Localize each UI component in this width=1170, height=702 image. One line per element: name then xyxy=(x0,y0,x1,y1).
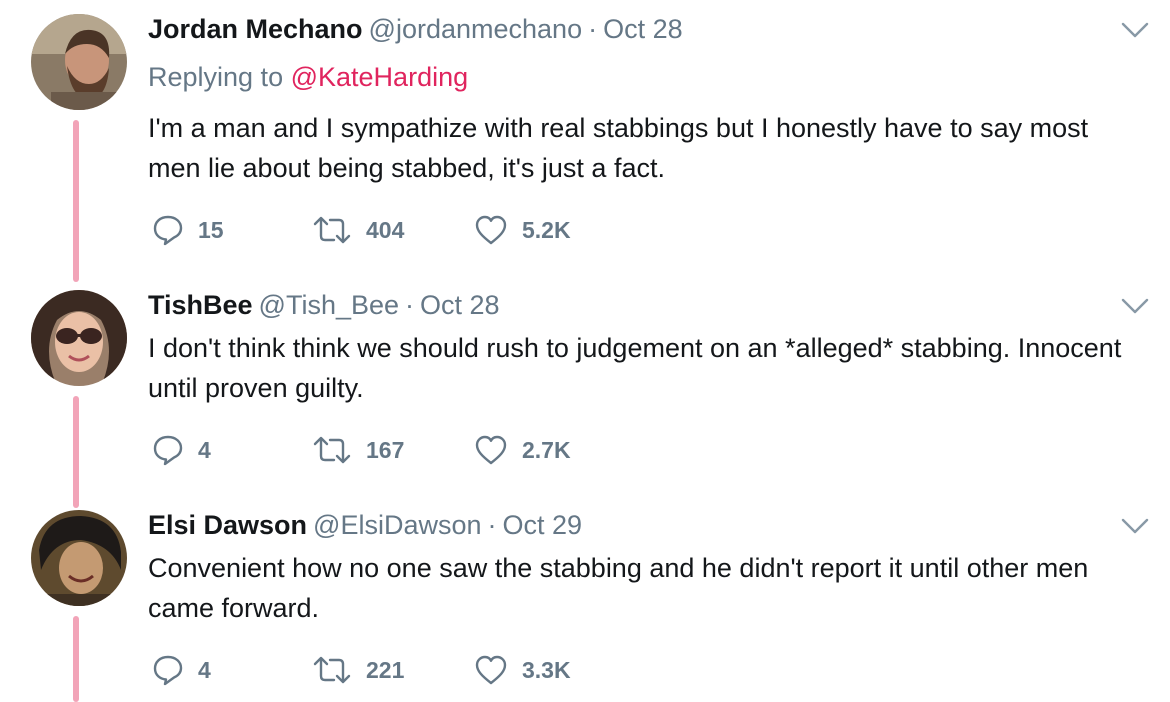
replying-to: Replying to @KateHarding xyxy=(148,62,468,93)
like-count: 5.2K xyxy=(522,216,571,243)
retweet-button[interactable]: 221 xyxy=(312,652,404,688)
thread-line xyxy=(73,120,79,282)
separator: · xyxy=(588,14,598,44)
tweet-elsi-dawson[interactable]: Elsi Dawson @ElsiDawson · Oct 29 Convenient… xyxy=(0,508,1170,702)
like-button[interactable]: 2.7K xyxy=(474,432,571,468)
tweet-actions: 4 221 3.3K xyxy=(148,652,748,688)
reply-button[interactable]: 4 xyxy=(152,652,211,688)
chevron-down-icon[interactable] xyxy=(1120,294,1150,318)
separator: · xyxy=(405,290,415,320)
tweet-header: TishBee @Tish_Bee · Oct 28 xyxy=(148,288,500,322)
thread-line xyxy=(73,396,79,508)
avatar[interactable] xyxy=(31,290,127,386)
reply-icon xyxy=(153,435,183,466)
tweet-jordan-mechano[interactable]: Jordan Mechano @jordanmechano · Oct 28 Repl… xyxy=(0,12,1170,282)
chevron-down-icon[interactable] xyxy=(1120,514,1150,538)
retweet-count: 221 xyxy=(366,656,405,683)
like-count: 3.3K xyxy=(522,656,571,683)
reply-count: 15 xyxy=(198,216,224,243)
heart-icon xyxy=(475,655,507,685)
reply-count: 4 xyxy=(198,656,211,683)
tweet-date[interactable]: Oct 28 xyxy=(603,14,683,44)
tweet-date[interactable]: Oct 29 xyxy=(503,510,583,540)
heart-icon xyxy=(475,435,507,465)
retweet-icon xyxy=(313,656,351,684)
retweet-button[interactable]: 404 xyxy=(312,212,404,248)
author-handle[interactable]: @ElsiDawson xyxy=(313,510,481,540)
tweet-text: Convenient how no one saw the stabbing a… xyxy=(148,553,1089,623)
author-handle[interactable]: @Tish_Bee xyxy=(259,290,399,320)
tweet-tishbee[interactable]: TishBee @Tish_Bee · Oct 28 I don't think th… xyxy=(0,288,1170,508)
like-count: 2.7K xyxy=(522,436,571,463)
chevron-down-icon[interactable] xyxy=(1120,18,1150,42)
thread-line xyxy=(73,616,79,702)
author-name[interactable]: TishBee xyxy=(148,290,253,320)
like-button[interactable]: 5.2K xyxy=(474,212,571,248)
author-name[interactable]: Jordan Mechano xyxy=(148,14,363,44)
author-handle[interactable]: @jordanmechano xyxy=(369,14,583,44)
reply-button[interactable]: 4 xyxy=(152,432,211,468)
tweet-header: Elsi Dawson @ElsiDawson · Oct 29 xyxy=(148,508,582,542)
tweet-header: Jordan Mechano @jordanmechano · Oct 28 xyxy=(148,12,683,46)
like-button[interactable]: 3.3K xyxy=(474,652,571,688)
separator: · xyxy=(487,510,497,540)
retweet-count: 167 xyxy=(366,436,405,463)
tweet-text: I'm a man and I sympathize with real sta… xyxy=(148,113,1089,183)
mention-link[interactable]: @KateHarding xyxy=(291,62,469,92)
author-name[interactable]: Elsi Dawson xyxy=(148,510,307,540)
reply-button[interactable]: 15 xyxy=(152,212,224,248)
reply-icon xyxy=(153,215,183,246)
tweet-text: I don't think think we should rush to ju… xyxy=(148,333,1122,403)
tweet-actions: 15 404 5.2K xyxy=(148,212,748,248)
reply-count: 4 xyxy=(198,436,211,463)
tweet-actions: 4 167 2.7K xyxy=(148,432,748,468)
reply-icon xyxy=(153,655,183,686)
reply-thread: Jordan Mechano @jordanmechano · Oct 28 Repl… xyxy=(0,0,1170,702)
avatar[interactable] xyxy=(31,510,127,606)
replying-prefix: Replying to xyxy=(148,62,284,92)
retweet-button[interactable]: 167 xyxy=(312,432,404,468)
retweet-icon xyxy=(313,436,351,464)
retweet-count: 404 xyxy=(366,216,405,243)
avatar[interactable] xyxy=(31,14,127,110)
retweet-icon xyxy=(313,216,351,244)
tweet-date[interactable]: Oct 28 xyxy=(420,290,500,320)
heart-icon xyxy=(475,215,507,245)
